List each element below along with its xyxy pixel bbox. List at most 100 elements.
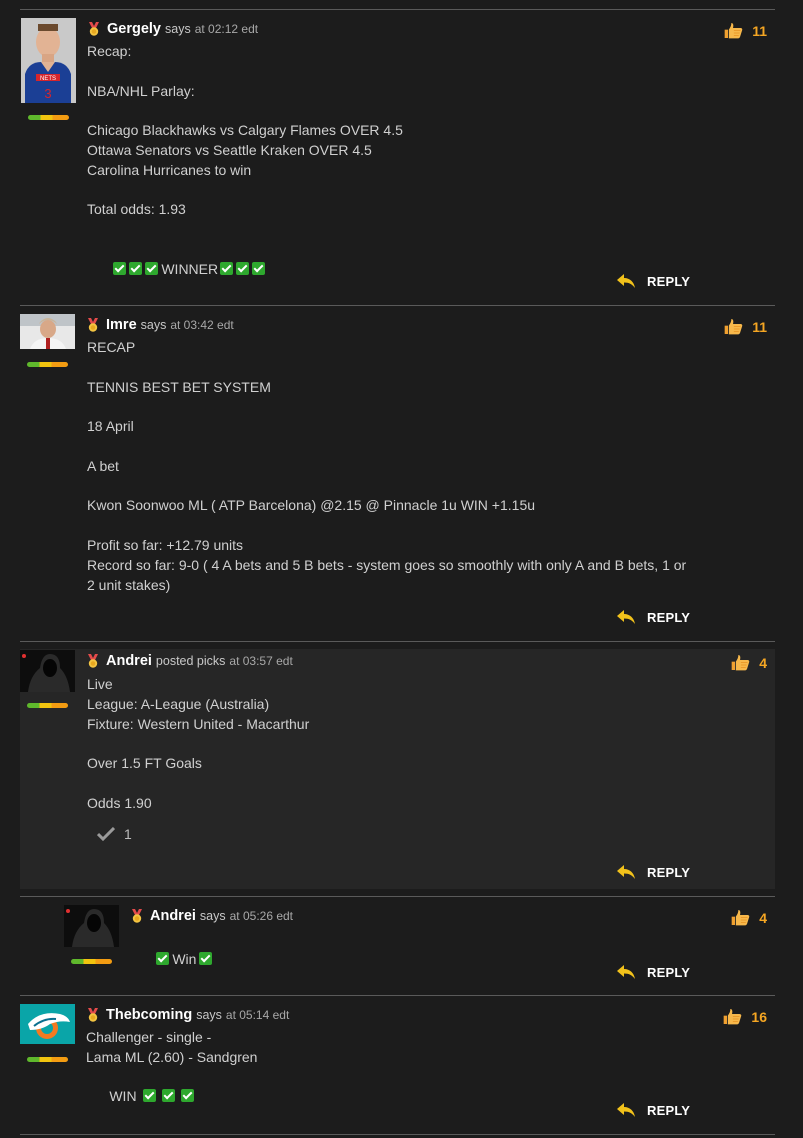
separator (20, 1134, 775, 1135)
result-word: Win (172, 950, 197, 967)
reply-arrow-icon (616, 273, 636, 289)
reply-label: REPLY (647, 964, 691, 980)
body-line: Carolina Hurricanes to win (87, 161, 252, 178)
green-check-icon (142, 1089, 156, 1103)
comment-item: NETS 3 Gergely says at 02:12 edt 11 Reca… (20, 10, 775, 305)
action-verb: says (199, 909, 226, 923)
body-line: NBA/NHL Parlay: (87, 82, 195, 99)
comment-reply-item: Andrei says at 05:26 edt 4 Win REPLY (20, 897, 775, 995)
username[interactable]: Andrei (106, 653, 152, 669)
username[interactable]: Imre (106, 317, 137, 333)
green-check-icon (180, 1089, 194, 1103)
svg-text:NETS: NETS (40, 76, 56, 82)
svg-text:3: 3 (44, 86, 51, 101)
body-line (87, 774, 309, 794)
result-word: WINNER (161, 260, 219, 277)
rank-bar (27, 1057, 68, 1062)
action-verb: says (165, 22, 191, 36)
like-button[interactable]: 11 (723, 318, 767, 335)
body-line (87, 358, 686, 378)
green-check-icon (220, 261, 234, 275)
like-button[interactable]: 16 (722, 1008, 767, 1025)
green-check-icon (199, 951, 213, 965)
body-line: A bet (87, 457, 119, 474)
thumbs-up-icon (730, 654, 750, 671)
body-line: Record so far: 9-0 ( 4 A bets and 5 B be… (87, 556, 687, 573)
body-line: Challenger - single - (86, 1029, 212, 1045)
body-line: Live (87, 676, 113, 692)
body-line: Ottawa Senators vs Seattle Kraken OVER 4… (87, 141, 372, 158)
action-verb: says (196, 1008, 222, 1022)
reply-arrow-icon (616, 964, 636, 980)
green-check-icon (252, 261, 266, 275)
result-line: WIN (86, 1068, 257, 1127)
comment-body: Win (133, 930, 215, 989)
rank-bar (71, 959, 112, 964)
rank-bar (27, 362, 68, 367)
avatar[interactable]: NETS 3 (21, 18, 76, 103)
comment-body: Live League: A-League (Australia) Fixtur… (87, 675, 309, 814)
username[interactable]: Andrei (150, 908, 196, 924)
like-button[interactable]: 4 (730, 909, 767, 926)
body-line: Fixture: Western United - Macarthur (87, 715, 310, 732)
medal-icon (130, 909, 144, 923)
body-line: Chicago Blackhawks vs Calgary Flames OVE… (87, 122, 403, 139)
reply-button[interactable]: REPLY (616, 1102, 690, 1118)
like-count: 11 (752, 318, 767, 335)
like-button[interactable]: 4 (730, 654, 767, 671)
medal-icon (86, 318, 100, 332)
comment-body: Recap: NBA/NHL Parlay: Chicago Blackhawk… (87, 42, 403, 299)
username[interactable]: Thebcoming (106, 1007, 192, 1023)
reply-button[interactable]: REPLY (616, 964, 690, 980)
comment-header: Imre says at 03:42 edt (86, 317, 234, 333)
green-check-icon (145, 261, 159, 275)
body-line: Kwon Soonwoo ML ( ATP Barcelona) @2.15 @… (87, 497, 536, 514)
action-verb: posted picks (155, 654, 226, 668)
online-indicator (22, 654, 26, 658)
body-line: RECAP (87, 339, 136, 355)
thumbs-up-icon (730, 909, 750, 926)
avatar[interactable] (64, 905, 119, 947)
body-line (87, 734, 309, 754)
reply-button[interactable]: REPLY (616, 273, 690, 289)
result-line: Win (133, 930, 215, 989)
like-button[interactable]: 11 (723, 22, 767, 39)
body-line: Profit so far: +12.79 units (87, 536, 244, 553)
timestamp: at 03:57 edt (229, 654, 293, 668)
reply-button[interactable]: REPLY (616, 864, 690, 880)
body-line: Odds 1.90 (87, 794, 152, 811)
green-check-icon (161, 1089, 175, 1103)
comment-header: Gergely says at 02:12 edt (87, 21, 258, 37)
medal-icon (86, 1008, 100, 1022)
green-check-icon (113, 261, 127, 275)
like-count: 16 (751, 1008, 767, 1025)
username[interactable]: Gergely (107, 21, 161, 37)
action-verb: says (140, 318, 167, 332)
reply-arrow-icon (616, 609, 636, 625)
separator (20, 641, 775, 642)
like-count: 4 (759, 654, 767, 671)
avatar[interactable] (20, 650, 75, 692)
avatar[interactable] (20, 314, 75, 349)
timestamp: at 02:12 edt (194, 22, 259, 36)
body-line: 2 unit stakes) (87, 576, 171, 593)
online-indicator (66, 909, 70, 913)
body-line: Lama ML (2.60) - Sandgren (86, 1048, 258, 1065)
reply-button[interactable]: REPLY (616, 609, 690, 625)
pick-confirm-button[interactable]: 1 (97, 826, 132, 842)
body-line (87, 397, 686, 417)
body-line: TENNIS BEST BET SYSTEM (87, 378, 271, 395)
body-line: 18 April (87, 418, 134, 435)
medal-icon (87, 22, 101, 36)
avatar[interactable] (20, 1004, 75, 1044)
comment-header: Andrei posted picks at 03:57 edt (86, 653, 293, 669)
result-line: WINNER (87, 240, 403, 299)
comment-body: Challenger - single - Lama ML (2.60) - S… (86, 1028, 257, 1127)
thumbs-up-icon (723, 318, 743, 335)
comment-header: Andrei says at 05:26 edt (130, 908, 293, 924)
reply-label: REPLY (647, 1102, 691, 1118)
body-line (87, 437, 686, 457)
body-line: League: A-League (Australia) (87, 695, 270, 712)
rank-bar (27, 703, 68, 708)
reply-arrow-icon (616, 1102, 636, 1118)
